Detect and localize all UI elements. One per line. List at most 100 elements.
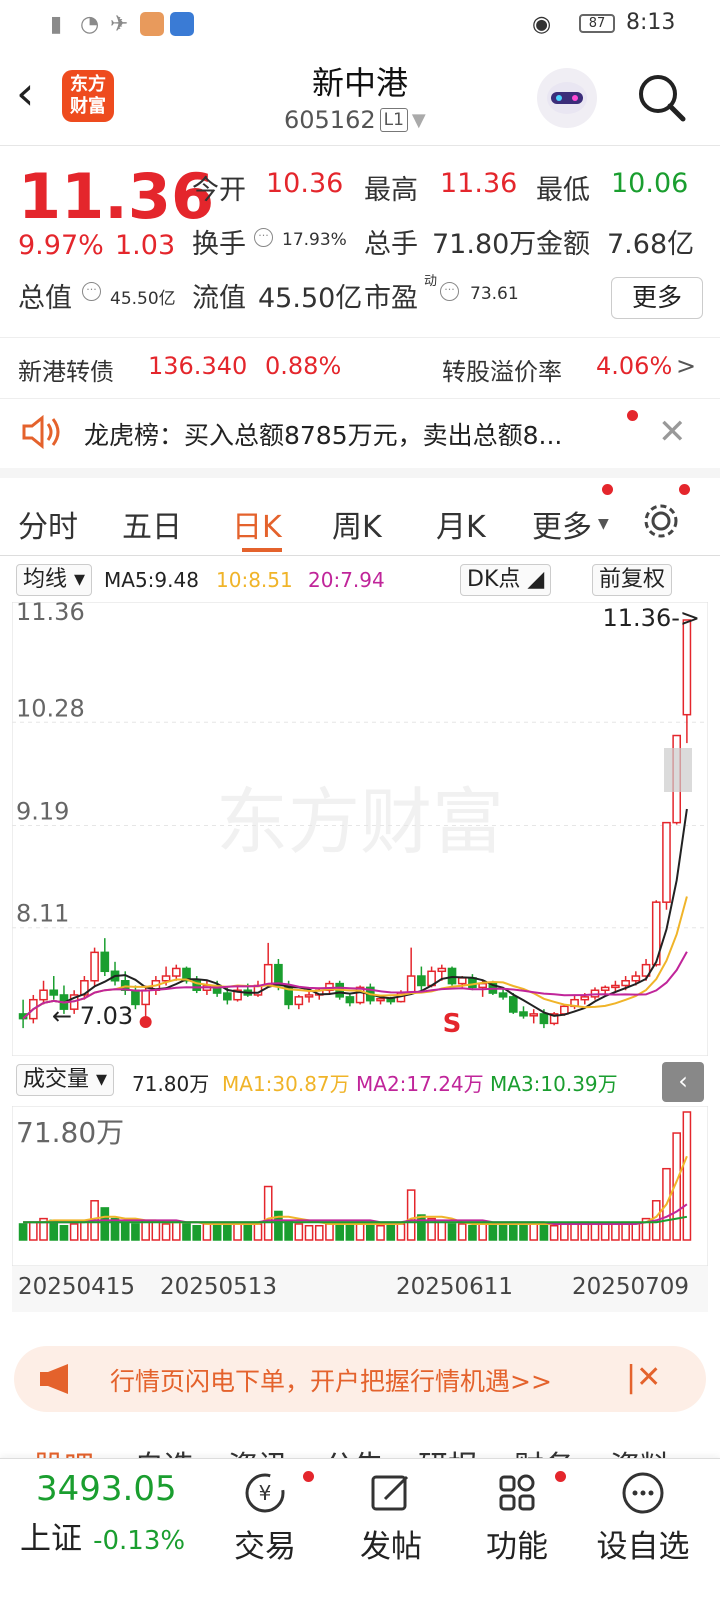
tab-daily-k[interactable]: 日K (232, 502, 282, 546)
volume-bar (49, 1219, 59, 1241)
signal-icon: ▮ (50, 12, 63, 37)
tab-news[interactable]: 资讯 (228, 1442, 288, 1458)
tab-five-day[interactable]: 五日 (122, 502, 182, 546)
volume-bar (120, 1221, 130, 1241)
gear-icon[interactable] (640, 500, 682, 542)
volume-bar (80, 1221, 89, 1241)
section-tabs: 股吧 自选 资讯 公告 研报 财务 资料 (0, 1438, 720, 1458)
volume-bar (263, 1185, 273, 1241)
volume-bar (182, 1223, 191, 1241)
volume-bar (284, 1219, 293, 1241)
info-icon[interactable]: ··· (254, 228, 273, 247)
volume-bar (274, 1210, 283, 1241)
promo-banner[interactable]: 行情页闪电下单，开户把握行情机遇>> |✕ (14, 1346, 706, 1412)
nav-function[interactable]: 功能 (457, 1469, 577, 1566)
svg-text:¥: ¥ (259, 1481, 272, 1505)
tab-finance[interactable]: 财务 (514, 1442, 574, 1458)
volume-bar (447, 1223, 457, 1241)
adjust-button[interactable]: 前复权 (592, 564, 673, 596)
volume-chart[interactable]: 71.80万 (11, 1105, 709, 1267)
watermark: 东方财富 (216, 780, 504, 864)
volume-bar (18, 1223, 28, 1241)
volume-bar (141, 1219, 150, 1241)
chart-tabs: 分时 五日 日K 周K 月K 更多 ▼ (0, 484, 720, 556)
nav-add-watchlist[interactable]: 设自选 (583, 1469, 703, 1566)
volume-bar (304, 1224, 314, 1241)
index-ticker[interactable]: 3493.05 上证 -0.13% (20, 1469, 220, 1558)
volume-bar (417, 1214, 426, 1241)
tab-announce[interactable]: 公告 (324, 1442, 384, 1458)
stock-code: 605162 (284, 106, 376, 134)
volume-bar (396, 1223, 406, 1241)
volume-label: 总手 (364, 229, 418, 260)
nav-post[interactable]: 发帖 (331, 1469, 451, 1566)
low-label: 最低 (536, 175, 590, 206)
status-bar: ▮ ◔ ✈ ◉ 87 8:13 (0, 0, 720, 48)
tab-monthly-k[interactable]: 月K (436, 502, 486, 546)
collapse-arrow-icon[interactable]: ‹ (662, 1062, 704, 1102)
volume-value: 71.80万 (132, 1072, 210, 1096)
candle (90, 947, 99, 986)
convertible-bond-row[interactable]: 新港转债 136.340 0.88% 转股溢价率 4.06% > (0, 337, 720, 399)
volume-selector[interactable]: 成交量 ▾ (16, 1064, 115, 1096)
kline-chart[interactable]: 东方财富 11.36 10.28 9.19 8.11 11.36-> ← 7.03 S (11, 598, 709, 1057)
ma-selector[interactable]: 均线 ▾ (16, 564, 93, 596)
amount-value: 7.68亿 (607, 229, 695, 260)
more-button[interactable]: 更多 (611, 277, 703, 319)
y-tick-label: 11.36 (16, 602, 85, 626)
data-icon: ✈ (110, 12, 129, 37)
tab-more[interactable]: 更多 (532, 502, 592, 546)
close-icon[interactable]: |✕ (626, 1360, 661, 1395)
volume-bar (243, 1224, 253, 1241)
nav-trade[interactable]: ¥ 交易 (205, 1469, 325, 1566)
vol-ma3: MA3:10.39万 (490, 1072, 618, 1096)
date-tick: 20250415 (18, 1274, 136, 1300)
index-value: 3493.05 (36, 1469, 177, 1509)
tab-intraday[interactable]: 分时 (18, 502, 78, 546)
battery-indicator: 87 (579, 14, 615, 33)
scroll-handle (664, 748, 692, 792)
stock-code-selector[interactable]: 605162 L1 ▼ (284, 106, 426, 134)
volume-max-label: 71.80万 (16, 1116, 124, 1149)
date-tick: 20250611 (396, 1274, 514, 1300)
high-label: 最高 (364, 175, 418, 206)
tab-watch[interactable]: 自选 (134, 1442, 194, 1458)
tab-weekly-k[interactable]: 周K (332, 502, 382, 546)
volume-bar (151, 1221, 161, 1241)
sell-signal: S (443, 1009, 462, 1039)
volume-bar (488, 1223, 498, 1241)
edit-icon (371, 1475, 409, 1511)
dropdown-arrow-icon: ▼ (598, 516, 609, 532)
tab-profile[interactable]: 资料 (610, 1442, 670, 1458)
volume-bar (325, 1223, 334, 1241)
ma-legend-row: 均线 ▾ MA5:9.48 10:8.51 20:7.94 DK点 ◢ 前复权 (0, 560, 720, 602)
notice-badge (627, 410, 638, 421)
notice-bar[interactable]: 龙虎榜：买入总额8785万元，卖出总额8... ✕ (0, 400, 720, 478)
volume-bar (233, 1223, 242, 1241)
volume-bar (437, 1221, 447, 1241)
close-icon[interactable]: ✕ (658, 412, 687, 452)
volume-bar (202, 1223, 212, 1241)
tab-report[interactable]: 研报 (418, 1442, 478, 1458)
tab-guba[interactable]: 股吧 (34, 1442, 94, 1458)
volume-legend-row: 成交量 ▾ 71.80万 MA1:30.87万 MA2:17.24万 MA3:1… (0, 1060, 720, 1106)
float-value-label: 流值 (192, 283, 246, 314)
chat-app-icon (140, 12, 164, 36)
info-icon[interactable]: ··· (440, 282, 459, 301)
volume-bar (171, 1221, 181, 1241)
ma5-value: MA5:9.48 (104, 568, 199, 592)
chevron-right-icon: > (676, 352, 697, 380)
pe-value: 73.61 (470, 284, 519, 304)
premium-value: 4.06% (596, 352, 673, 380)
more-dots-icon (622, 1472, 664, 1514)
search-icon[interactable] (636, 72, 688, 124)
y-tick-label: 10.28 (16, 694, 85, 722)
volume-bar (294, 1223, 304, 1241)
assistant-robot-icon[interactable] (537, 68, 597, 128)
volume-bar (314, 1224, 324, 1241)
volume-bar (457, 1223, 467, 1241)
dk-point-button[interactable]: DK点 ◢ (460, 564, 552, 596)
amount-label: 金额 (536, 229, 590, 260)
info-icon[interactable]: ··· (82, 282, 101, 301)
speaker-icon (22, 414, 60, 450)
